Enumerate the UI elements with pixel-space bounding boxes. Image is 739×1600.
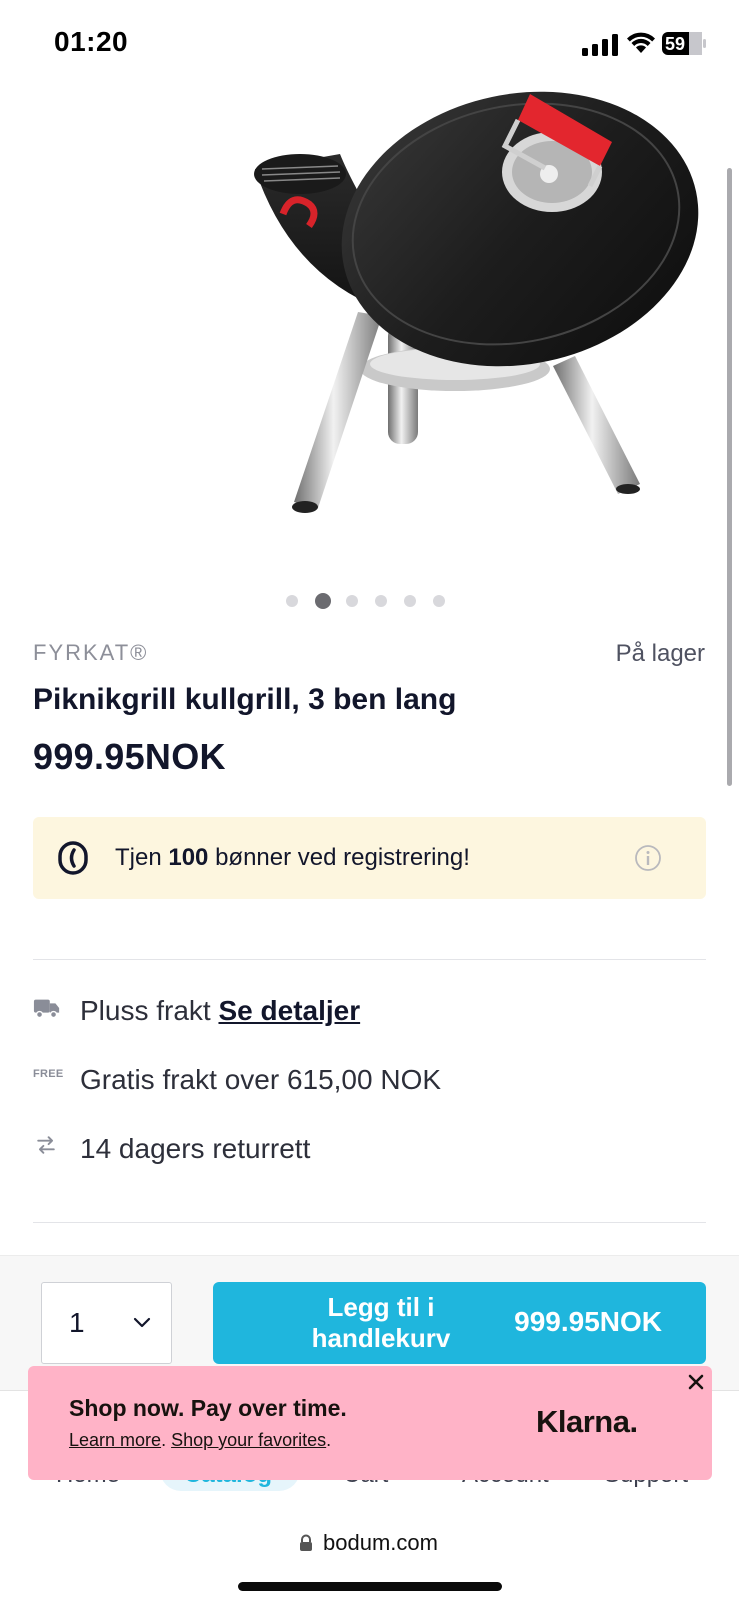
free-icon: FREE	[33, 1068, 64, 1080]
carousel-dot[interactable]	[346, 595, 358, 607]
stock-status: På lager	[615, 640, 705, 667]
divider	[33, 959, 706, 960]
bean-icon	[58, 841, 88, 875]
status-time: 01:20	[54, 26, 129, 57]
exchange-arrows-icon	[37, 1136, 55, 1154]
carousel-dot[interactable]	[375, 595, 387, 607]
add-to-cart-label: Legg til i handlekurv	[311, 1292, 451, 1353]
truck-icon	[33, 999, 60, 1019]
shop-favorites-link[interactable]: Shop your favorites	[171, 1430, 326, 1450]
divider	[33, 1222, 706, 1223]
info-icon[interactable]	[634, 844, 662, 872]
add-to-cart-price: 999.95NOK	[514, 1306, 662, 1337]
klarna-banner[interactable]: Shop now. Pay over time. Learn more. Sho…	[28, 1366, 712, 1480]
rewards-amount: 100	[168, 844, 209, 871]
learn-more-link[interactable]: Learn more	[69, 1430, 161, 1450]
carousel-dot-active[interactable]	[315, 593, 331, 609]
shipping-text: Pluss frakt Se detaljer	[80, 995, 361, 1026]
quantity-select[interactable]: 1	[41, 1282, 172, 1364]
battery-level: 59	[665, 34, 685, 54]
quantity-value: 1	[69, 1307, 85, 1338]
carousel-dot[interactable]	[286, 595, 298, 607]
returns-info: 14 dagers returrett	[33, 1129, 706, 1169]
add-to-cart-button[interactable]: Legg til i handlekurv 999.95NOK	[213, 1282, 706, 1364]
free-shipping-info: FREE Gratis frakt over 615,00 NOK	[33, 1060, 706, 1100]
klarna-heading: Shop now. Pay over time.	[69, 1395, 347, 1421]
battery-icon: 59	[662, 32, 706, 55]
rewards-banner: Tjen 100 bønner ved registrering!	[33, 817, 706, 899]
status-bar: 01:20 59	[0, 0, 739, 84]
product-brand[interactable]: FYRKAT®	[33, 640, 148, 666]
cellular-signal-icon	[582, 34, 618, 56]
browser-address-bar[interactable]: bodum.com	[0, 1508, 739, 1600]
returns-text: 14 dagers returrett	[80, 1133, 311, 1164]
scrollbar[interactable]	[727, 168, 732, 786]
free-shipping-text: Gratis frakt over 615,00 NOK	[80, 1064, 442, 1095]
lock-icon	[300, 1534, 312, 1551]
product-title: Piknikgrill kullgrill, 3 ben lang	[33, 683, 457, 716]
home-indicator[interactable]	[238, 1582, 502, 1591]
shipping-details-link[interactable]: Se detaljer	[218, 995, 360, 1026]
carousel-dot[interactable]	[433, 595, 445, 607]
url-text[interactable]: bodum.com	[323, 1530, 438, 1556]
carousel-dot[interactable]	[404, 595, 416, 607]
page: 01:20 59 FYRKAT® På lager Piknikgrill ku…	[0, 0, 739, 1600]
shipping-info: Pluss frakt Se detaljer	[33, 991, 706, 1031]
image-carousel-dots[interactable]	[286, 592, 462, 610]
klarna-logo: Klarna.	[536, 1404, 638, 1439]
close-icon[interactable]	[686, 1372, 706, 1392]
chevron-down-icon	[133, 1317, 151, 1328]
product-image[interactable]	[0, 84, 739, 584]
wifi-icon	[627, 32, 655, 53]
klarna-links: Learn more. Shop your favorites.	[69, 1430, 332, 1450]
product-price: 999.95NOK	[33, 736, 226, 777]
rewards-text: Tjen 100 bønner ved registrering!	[115, 844, 470, 871]
